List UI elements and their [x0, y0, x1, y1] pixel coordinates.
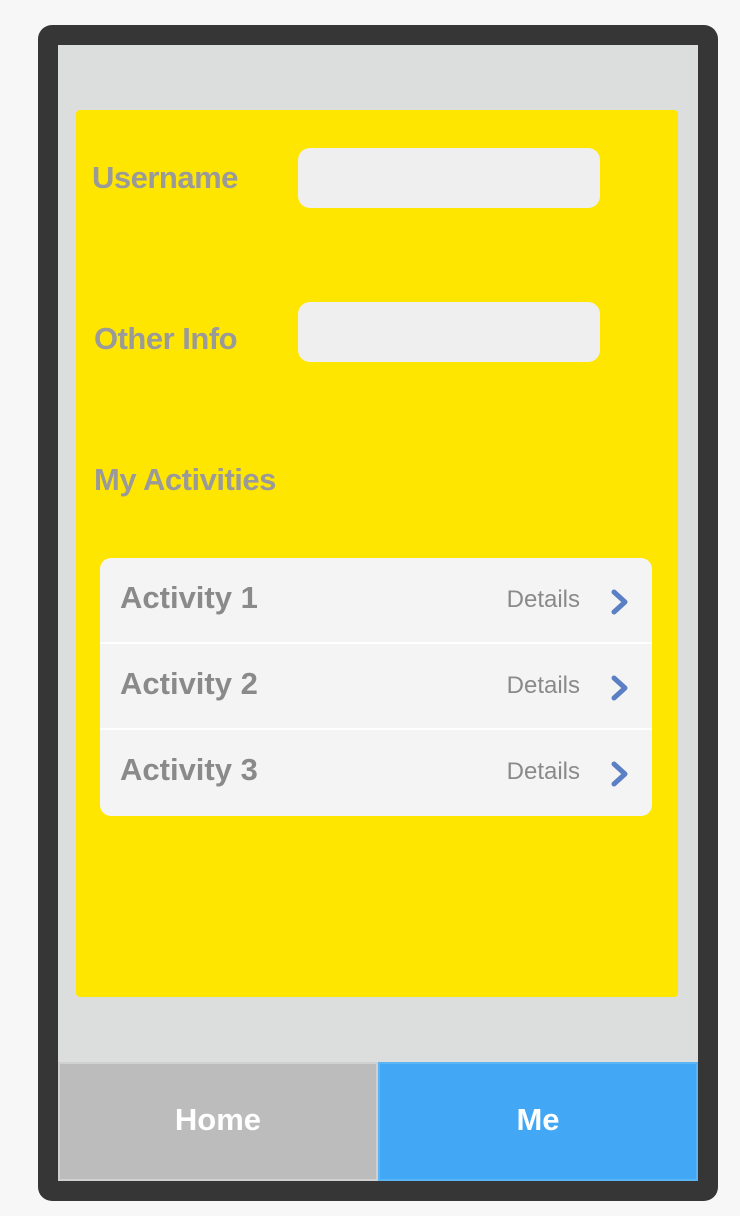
activity-details-label: Details	[506, 758, 580, 785]
app-screen: Username Other Info My Activities Activi…	[58, 45, 698, 1181]
activity-title: Activity 1	[120, 580, 258, 615]
username-label: Username	[92, 160, 238, 195]
my-activities-label: My Activities	[94, 462, 276, 497]
activity-row-1[interactable]: Activity 1 Details	[100, 558, 652, 644]
chevron-right-icon	[611, 761, 628, 787]
chevron-right-icon	[611, 675, 628, 701]
activity-title: Activity 2	[120, 666, 258, 701]
other-info-input[interactable]	[298, 302, 600, 362]
username-input[interactable]	[298, 148, 600, 208]
activity-row-2[interactable]: Activity 2 Details	[100, 644, 652, 730]
tab-bar: Home Me	[58, 1062, 698, 1181]
activity-row-3[interactable]: Activity 3 Details	[100, 730, 652, 816]
profile-panel: Username Other Info My Activities Activi…	[76, 110, 678, 997]
other-info-label: Other Info	[94, 321, 238, 356]
chevron-right-icon	[611, 589, 628, 615]
activity-details-label: Details	[506, 586, 580, 613]
activity-title: Activity 3	[120, 752, 258, 787]
activities-list: Activity 1 Details Activity 2 Details Ac…	[100, 558, 652, 816]
tab-home[interactable]: Home	[58, 1062, 378, 1181]
activity-details-label: Details	[506, 672, 580, 699]
tab-me[interactable]: Me	[378, 1062, 698, 1181]
